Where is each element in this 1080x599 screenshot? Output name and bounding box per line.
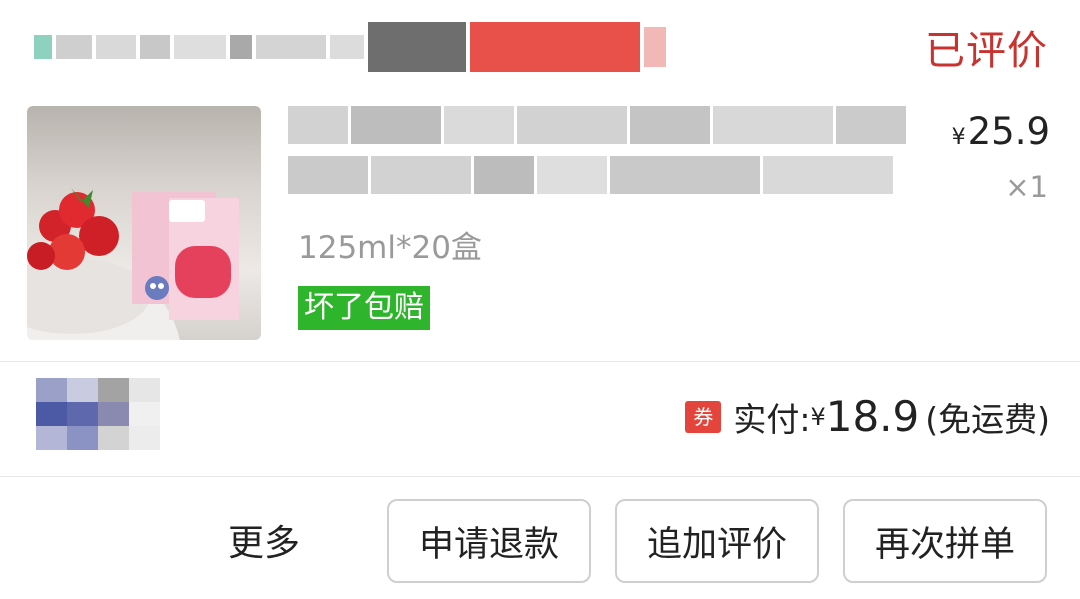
group-avatars-blurred[interactable] xyxy=(36,378,160,450)
divider xyxy=(0,476,1080,477)
shop-header[interactable]: 已评价 xyxy=(0,0,1080,92)
product-price: ¥25.9 xyxy=(952,110,1050,153)
payment-label: 实付: xyxy=(733,399,811,439)
product-title-blurred[interactable] xyxy=(288,106,906,198)
add-review-button[interactable]: 追加评价 xyxy=(615,499,819,583)
order-status: 已评价 xyxy=(925,28,1048,74)
product-image[interactable] xyxy=(27,106,261,340)
refund-button[interactable]: 申请退款 xyxy=(387,499,591,583)
guarantee-tag: 坏了包赔 xyxy=(298,286,430,330)
product-quantity: ×1 xyxy=(1005,170,1048,204)
product-image-drawing xyxy=(27,188,239,340)
payment-amount: 18.9 xyxy=(825,392,920,441)
price-currency: ¥ xyxy=(951,125,966,150)
coupon-badge: 券 xyxy=(685,400,722,433)
price-value: 25.9 xyxy=(967,110,1050,153)
payment-currency: ¥ xyxy=(810,402,826,431)
shipping-note: (免运费) xyxy=(925,399,1050,439)
rebuy-button[interactable]: 再次拼单 xyxy=(843,499,1047,583)
divider xyxy=(0,361,1080,362)
payment-summary: 券 实付: ¥18.9 (免运费) xyxy=(685,392,1050,441)
more-actions-link[interactable]: 更多 xyxy=(228,514,300,566)
shop-name-blurred xyxy=(34,22,696,72)
product-spec: 125ml*20盒 xyxy=(298,230,482,266)
